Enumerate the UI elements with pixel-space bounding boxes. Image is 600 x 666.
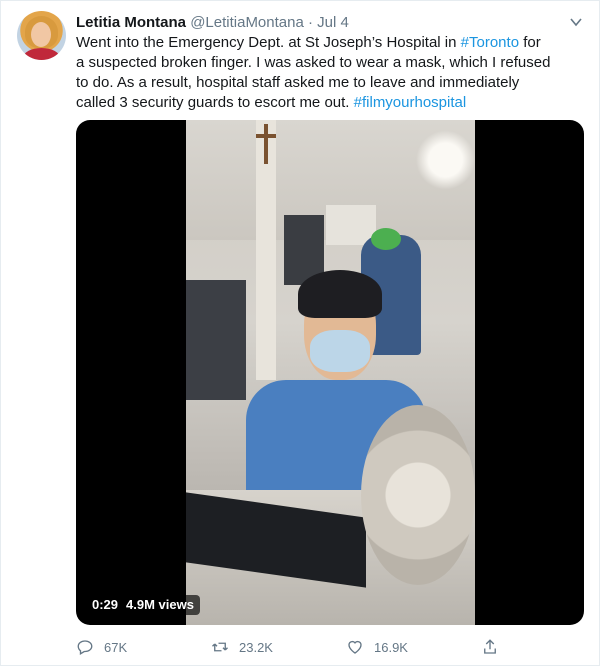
avatar-shirt [23, 48, 60, 60]
video-frame [186, 120, 475, 625]
text-segment: to do. As a result, hospital staff asked… [76, 74, 520, 91]
retweet-icon [212, 642, 228, 652]
share-button[interactable] [481, 635, 509, 659]
cross [264, 124, 268, 164]
cross-bar [256, 134, 276, 138]
tweet-line: Went into the Emergency Dept. at St Jose… [76, 33, 586, 53]
retweet-button[interactable]: 23.2K [211, 635, 273, 659]
video-duration: 0:29 [92, 597, 119, 612]
heart-icon [348, 640, 362, 654]
video-views: 4.9M views [126, 597, 194, 612]
separator-dot: · [308, 14, 313, 31]
text-segment: called 3 security guards to escort me ou… [76, 94, 354, 111]
glass-speaker [361, 405, 475, 585]
avatar[interactable] [17, 11, 66, 60]
tweet-line: called 3 security guards to escort me ou… [76, 93, 586, 113]
staff-cap [371, 228, 401, 250]
reply-button[interactable]: 67K [76, 635, 127, 659]
like-count: 16.9K [374, 639, 408, 655]
reply-icon [77, 640, 93, 655]
hashtag-link[interactable]: #Toronto [461, 34, 519, 51]
printer [186, 280, 246, 400]
retweet-count: 23.2K [239, 639, 273, 655]
share-icon [484, 639, 496, 654]
author-name[interactable]: Letitia Montana [76, 14, 186, 31]
author-handle[interactable]: @LetitiaMontana [190, 14, 304, 31]
nurse-mask [310, 330, 370, 372]
video-player[interactable]: 0:29 4.9M views [76, 120, 584, 625]
text-segment: Went into the Emergency Dept. at St Jose… [76, 34, 461, 51]
text-segment: for [519, 34, 541, 51]
tweet-text: Went into the Emergency Dept. at St Jose… [76, 33, 586, 113]
text-segment: a suspected broken finger. I was asked t… [76, 54, 551, 71]
chevron-down-icon[interactable] [567, 15, 585, 33]
video-stats: 0:29 4.9M views [86, 595, 200, 615]
tweet-date[interactable]: Jul 4 [317, 14, 349, 31]
tweet-line: to do. As a result, hospital staff asked… [76, 73, 586, 93]
light [416, 130, 475, 190]
tweet-header: Letitia Montana @LetitiaMontana · Jul 4 [76, 13, 349, 33]
hashtag-link[interactable]: #filmyourhospital [354, 94, 467, 111]
avatar-face [31, 22, 51, 47]
reply-count: 67K [104, 639, 128, 655]
nurse-hair [298, 270, 382, 318]
action-bar: 67K 23.2K 16.9K [76, 635, 516, 659]
tweet-card[interactable]: Letitia Montana @LetitiaMontana · Jul 4 … [0, 0, 600, 666]
tweet-line: a suspected broken finger. I was asked t… [76, 53, 586, 73]
like-button[interactable]: 16.9K [346, 635, 408, 659]
